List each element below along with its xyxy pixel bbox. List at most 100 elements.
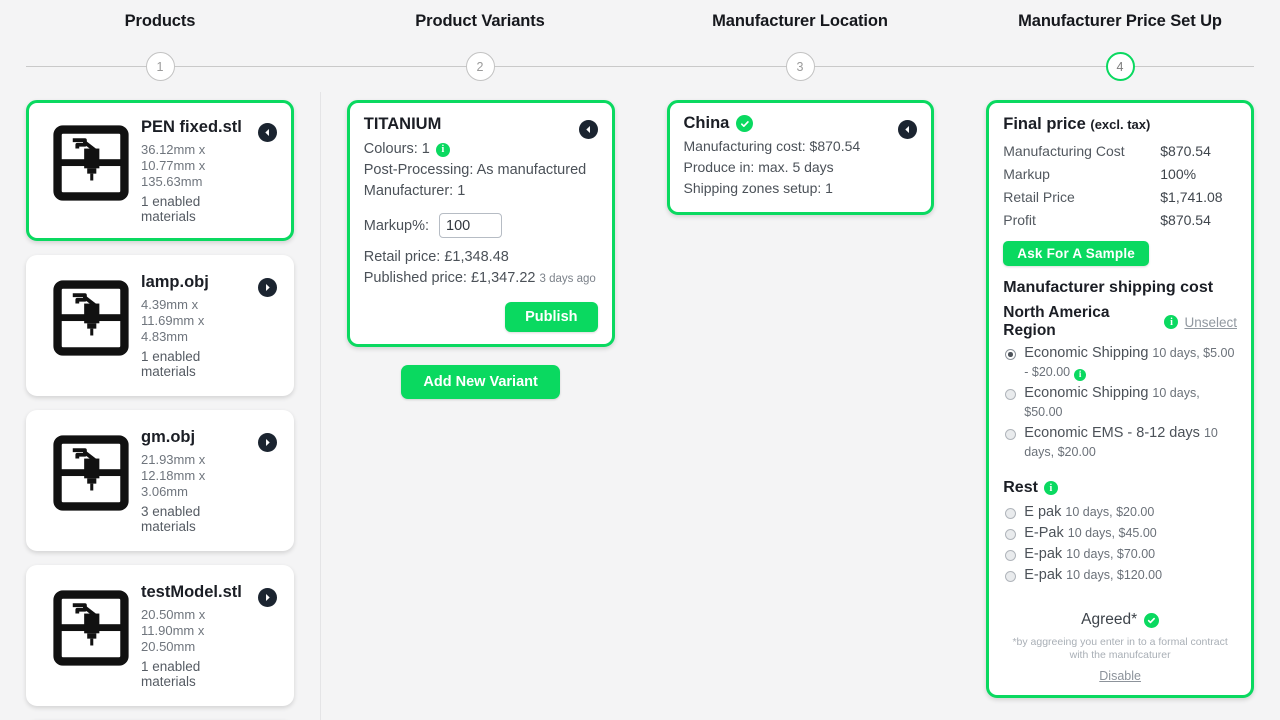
stepper-labels: Products Product Variants Manufacturer L… <box>0 0 1280 31</box>
add-new-variant-button[interactable]: Add New Variant <box>401 365 559 399</box>
product-arrow-right-icon[interactable] <box>258 433 277 452</box>
final-price-row: Retail Price$1,741.08 <box>1003 186 1237 209</box>
publish-button[interactable]: Publish <box>505 302 597 332</box>
product-card[interactable]: PEN fixed.stl 36.12mm x 10.77mm x 135.63m… <box>26 100 294 241</box>
step-dot-1[interactable]: 1 <box>146 52 175 81</box>
printer-icon <box>53 280 129 356</box>
variant-card-titanium[interactable]: TITANIUM Colours: 1 i Post-Processing: A… <box>347 100 615 347</box>
final-price-row: Manufacturing Cost$870.54 <box>1003 140 1237 163</box>
rest-name: Rest <box>1003 479 1038 497</box>
markup-label: Markup%: <box>364 218 429 234</box>
product-arrow-left-icon[interactable] <box>258 123 277 142</box>
rest-region-row: Rest i <box>1003 479 1237 497</box>
product-name: gm.obj <box>141 428 251 447</box>
shipping-option-row[interactable]: Economic Shipping 10 days, $50.00 <box>1003 384 1237 422</box>
shipping-option-radio[interactable] <box>1005 429 1016 440</box>
final-price-row-value: $870.54 <box>1148 209 1237 232</box>
colours-info-icon[interactable]: i <box>436 143 450 157</box>
agreed-check-icon <box>1144 613 1159 628</box>
shipping-option-name: Economic Shipping <box>1024 345 1148 361</box>
product-name: PEN fixed.stl <box>141 118 251 137</box>
shipping-option-radio[interactable] <box>1005 550 1016 561</box>
variant-retail-price: Retail price: £1,348.48 <box>364 247 598 268</box>
variant-colours-row: Colours: 1 i <box>364 139 598 160</box>
product-dimensions: 21.93mm x 12.18mm x 3.06mm <box>141 452 251 500</box>
shipping-option-radio[interactable] <box>1005 389 1016 400</box>
printer-icon-svg <box>53 590 129 666</box>
product-dimensions: 20.50mm x 11.90mm x 20.50mm <box>141 607 251 655</box>
products-column: PEN fixed.stl 36.12mm x 10.77mm x 135.63m… <box>0 92 321 720</box>
ask-for-sample-button[interactable]: Ask For A Sample <box>1003 241 1149 266</box>
location-produce-in: Produce in: max. 5 days <box>684 157 918 178</box>
shipping-option-row[interactable]: Economic EMS - 8-12 days 10 days, $20.00 <box>1003 424 1237 462</box>
disable-link[interactable]: Disable <box>1003 669 1237 683</box>
final-price-row-label: Markup <box>1003 163 1148 186</box>
shipping-option-meta: 10 days, $45.00 <box>1068 526 1157 540</box>
collapse-variant-arrow-left-icon[interactable] <box>579 120 598 139</box>
markup-input[interactable] <box>439 213 502 238</box>
product-arrow-right-icon[interactable] <box>258 588 277 607</box>
shipping-option-text: E pak 10 days, $20.00 <box>1024 503 1154 522</box>
location-verified-check-icon <box>736 115 753 132</box>
north-america-region-row: North America Region i Unselect <box>1003 304 1237 340</box>
final-price-row: Markup100% <box>1003 163 1237 186</box>
product-card[interactable]: testModel.stl 20.50mm x 11.90mm x 20.50mm… <box>26 565 294 706</box>
variant-published-price: Published price: £1,347.22 <box>364 270 536 286</box>
unselect-link[interactable]: Unselect <box>1184 315 1237 330</box>
final-price-row-label: Profit <box>1003 209 1148 232</box>
final-price-table: Manufacturing Cost$870.54Markup100%Retai… <box>1003 140 1237 232</box>
product-arrow-right-icon[interactable] <box>258 278 277 297</box>
shipping-option-row[interactable]: E-pak 10 days, $70.00 <box>1003 545 1237 564</box>
location-card-china[interactable]: China Manufacturing cost: $870.54 Produc… <box>667 100 935 215</box>
shipping-option-name: E-pak <box>1024 546 1062 562</box>
final-price-heading: Final price (excl. tax) <box>1003 115 1237 134</box>
progress-stepper: Products Product Variants Manufacturer L… <box>0 0 1280 92</box>
shipping-option-row[interactable]: E-pak 10 days, $120.00 <box>1003 566 1237 585</box>
shipping-option-name: E pak <box>1024 504 1061 520</box>
option-info-icon[interactable]: i <box>1074 369 1086 381</box>
product-card[interactable]: lamp.obj4.39mm x 11.69mm x 4.83mm1 enabl… <box>26 255 294 396</box>
final-price-row-label: Manufacturing Cost <box>1003 140 1148 163</box>
publish-row: Publish <box>364 302 598 332</box>
shipping-option-radio[interactable] <box>1005 349 1016 360</box>
shipping-option-name: E-pak <box>1024 567 1062 583</box>
final-price-row-value: 100% <box>1148 163 1237 186</box>
shipping-option-name: Economic EMS - 8-12 days <box>1024 425 1200 441</box>
location-title: China <box>684 114 730 133</box>
product-card[interactable]: gm.obj21.93mm x 12.18mm x 3.06mm3 enable… <box>26 410 294 551</box>
step-dot-2[interactable]: 2 <box>466 52 495 81</box>
step-label-product-variants: Product Variants <box>320 12 640 31</box>
product-materials: 1 enabled materials <box>141 349 251 379</box>
agreed-label: Agreed* <box>1081 611 1137 629</box>
product-info: PEN fixed.stl 36.12mm x 10.77mm x 135.63m… <box>141 115 277 224</box>
shipping-option-row[interactable]: E pak 10 days, $20.00 <box>1003 503 1237 522</box>
agreement-disclaimer: *by aggreeing you enter in to a formal c… <box>1003 636 1237 662</box>
step-dot-3[interactable]: 3 <box>786 52 815 81</box>
product-list: PEN fixed.stl 36.12mm x 10.77mm x 135.63m… <box>26 100 294 720</box>
product-name: testModel.stl <box>141 583 251 602</box>
shipping-option-text: E-pak 10 days, $70.00 <box>1024 545 1155 564</box>
step-dot-4[interactable]: 4 <box>1106 52 1135 81</box>
rest-info-icon[interactable]: i <box>1044 481 1058 495</box>
shipping-option-row[interactable]: E-Pak 10 days, $45.00 <box>1003 524 1237 543</box>
price-setup-card: Final price (excl. tax) Manufacturing Co… <box>986 100 1254 698</box>
location-shipping-zones: Shipping zones setup: 1 <box>684 178 918 199</box>
shipping-option-row[interactable]: Economic Shipping 10 days, $5.00 - $20.0… <box>1003 344 1237 382</box>
final-price-row-value: $1,741.08 <box>1148 186 1237 209</box>
shipping-option-radio[interactable] <box>1005 529 1016 540</box>
printer-icon <box>53 125 129 201</box>
final-price-note: (excl. tax) <box>1090 117 1150 132</box>
variant-title: TITANIUM <box>364 115 598 134</box>
shipping-option-radio[interactable] <box>1005 508 1016 519</box>
columns-container: PEN fixed.stl 36.12mm x 10.77mm x 135.63m… <box>0 92 1280 720</box>
product-name: lamp.obj <box>141 273 251 292</box>
variant-colours-label: Colours: 1 <box>364 139 430 160</box>
manufacturer-price-column: Final price (excl. tax) Manufacturing Co… <box>960 92 1280 720</box>
region-info-icon[interactable]: i <box>1164 315 1178 329</box>
shipping-option-text: E-Pak 10 days, $45.00 <box>1024 524 1157 543</box>
printer-icon-svg <box>53 280 129 356</box>
product-variants-column: TITANIUM Colours: 1 i Post-Processing: A… <box>321 92 641 720</box>
product-dimensions: 36.12mm x 10.77mm x 135.63mm <box>141 142 251 190</box>
shipping-option-radio[interactable] <box>1005 571 1016 582</box>
final-price-row-value: $870.54 <box>1148 140 1237 163</box>
